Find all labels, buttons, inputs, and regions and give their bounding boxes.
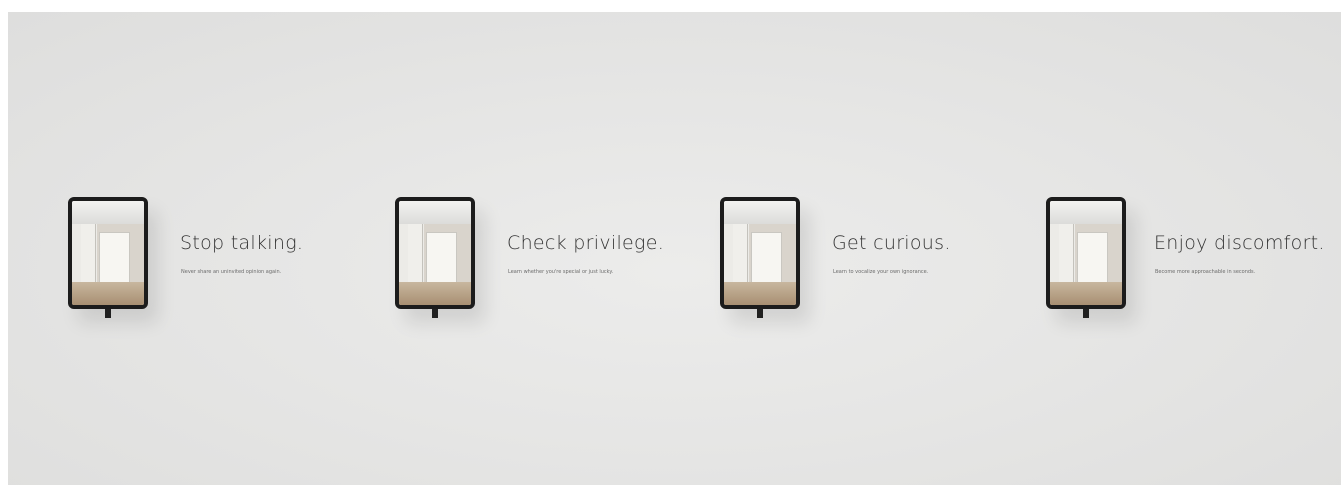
mirror-frame — [395, 197, 475, 309]
artwork-title: Enjoy discomfort. — [1154, 232, 1325, 254]
artwork-caption: Learn whether you're special or just luc… — [508, 269, 614, 275]
artwork-stop-talking: Stop talking. Never share an uninvited o… — [68, 12, 388, 485]
mirror-mount — [432, 309, 438, 318]
gallery-wall: Stop talking. Never share an uninvited o… — [8, 12, 1341, 485]
artwork-caption: Become more approachable in seconds. — [1155, 269, 1256, 275]
mirror-frame — [720, 197, 800, 309]
artwork-enjoy-discomfort: Enjoy discomfort. Become more approachab… — [1046, 12, 1341, 485]
artwork-check-privilege: Check privilege. Learn whether you're sp… — [395, 12, 715, 485]
artwork-title: Get curious. — [832, 232, 951, 254]
artwork-title: Check privilege. — [507, 232, 665, 254]
mirror-mount — [105, 309, 111, 318]
artwork-caption: Learn to vocalize your own ignorance. — [833, 269, 929, 275]
mirror-mount — [1083, 309, 1089, 318]
mirror-frame — [1046, 197, 1126, 309]
artwork-caption: Never share an uninvited opinion again. — [181, 269, 282, 275]
artwork-title: Stop talking. — [180, 232, 304, 254]
mirror-frame — [68, 197, 148, 309]
artwork-get-curious: Get curious. Learn to vocalize your own … — [720, 12, 1040, 485]
mirror-mount — [757, 309, 763, 318]
